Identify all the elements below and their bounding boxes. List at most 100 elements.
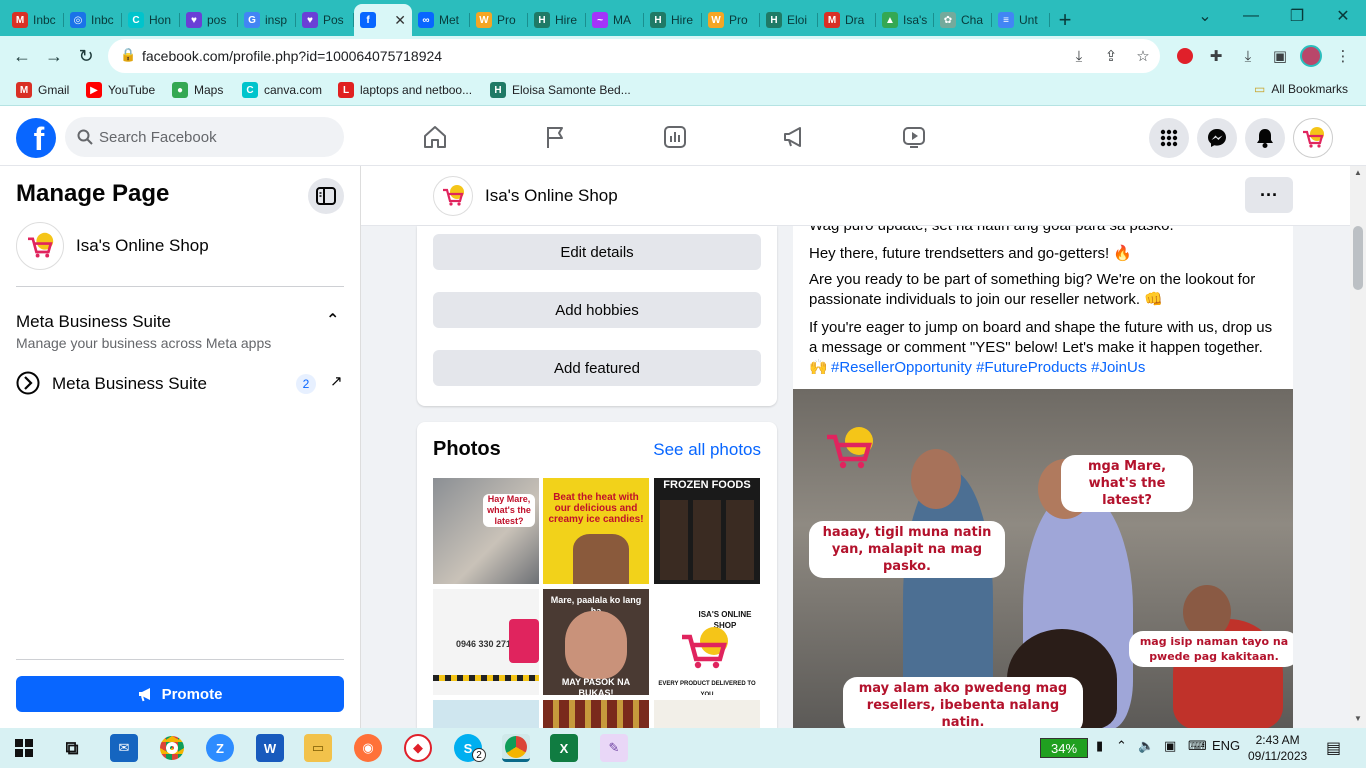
account-avatar[interactable] [1293, 118, 1333, 158]
tab-search-chevron-icon[interactable]: ⌄ [1182, 0, 1228, 32]
facebook-search-box[interactable] [65, 117, 344, 157]
ad-center-megaphone-icon[interactable] [777, 120, 811, 154]
browser-tab[interactable]: ♥ Pos [296, 4, 354, 36]
photo-thumbnail[interactable] [433, 700, 539, 728]
side-panel-icon[interactable]: ▣ [1269, 45, 1291, 67]
page-avatar-small[interactable] [433, 176, 473, 216]
forward-arrow-icon[interactable]: → [40, 42, 68, 70]
firefox-app-icon[interactable]: ◉ [354, 734, 382, 762]
zoom-app-icon[interactable]: Z [206, 734, 234, 762]
browser-tab[interactable]: C Hon [122, 4, 180, 36]
menu-grid-icon[interactable] [1149, 118, 1189, 158]
home-icon[interactable] [418, 120, 452, 154]
browser-tab[interactable]: W Pro [470, 4, 528, 36]
reload-icon[interactable]: ↻ [72, 42, 100, 70]
bookmark-item[interactable]: ● Maps [172, 82, 223, 98]
photo-thumbnail[interactable] [654, 700, 760, 728]
browser-tab[interactable]: H Eloi [760, 4, 818, 36]
opera-extension-icon[interactable] [1174, 45, 1196, 67]
photo-thumbnail[interactable]: Hay Mare, what's the latest? [433, 478, 539, 584]
install-app-icon[interactable]: ⤓ [1068, 45, 1090, 67]
see-all-photos-link[interactable]: See all photos [653, 440, 761, 460]
photo-thumbnail[interactable]: 0946 330 2713 [433, 589, 539, 695]
mbs-link[interactable]: Meta Business Suite [52, 374, 207, 394]
maximize-button[interactable]: ❐ [1274, 0, 1320, 32]
profile-avatar[interactable] [1300, 45, 1322, 67]
messenger-icon[interactable] [1197, 118, 1237, 158]
browser-tab[interactable]: f ✕ [354, 4, 412, 36]
photo-thumbnail[interactable]: FROZEN FOODS [654, 478, 760, 584]
bookmark-item[interactable]: ▶ YouTube [86, 82, 155, 98]
word-app-icon[interactable]: W [256, 734, 284, 762]
back-arrow-icon[interactable]: ← [8, 42, 36, 70]
browser-tab[interactable]: M Inbc [6, 4, 64, 36]
scrollbar-thumb[interactable] [1353, 226, 1363, 290]
show-hidden-icons-chevron[interactable]: ⌃ [1116, 738, 1127, 754]
task-view-icon[interactable]: ⧉ [58, 734, 86, 762]
browser-tab[interactable]: H Hire [528, 4, 586, 36]
promote-button[interactable]: Promote [16, 676, 344, 712]
browser-tab[interactable]: ✿ Cha [934, 4, 992, 36]
insights-icon[interactable] [658, 120, 692, 154]
url-text[interactable]: facebook.com/profile.php?id=100064075718… [142, 48, 442, 64]
windows-start-icon[interactable] [10, 734, 38, 762]
facebook-logo-icon[interactable]: f [16, 118, 56, 158]
close-window-button[interactable]: ✕ [1320, 0, 1366, 32]
photo-thumbnail[interactable]: Mare, paalala ko lang ha MAY PASOK NA BU… [543, 589, 649, 695]
add-featured-button[interactable]: Add featured [433, 350, 761, 386]
excel-app-icon[interactable]: X [550, 734, 578, 762]
collapse-sidebar-icon[interactable] [308, 178, 344, 214]
bookmark-item[interactable]: M Gmail [16, 82, 69, 98]
mail-app-icon[interactable]: ✉ [110, 734, 138, 762]
bookmark-item[interactable]: H Eloisa Samonte Bed... [490, 82, 631, 98]
opera-app-icon[interactable]: ◆ [404, 734, 432, 762]
notifications-bell-icon[interactable] [1245, 118, 1285, 158]
network-icon[interactable]: ⌨ [1188, 738, 1207, 754]
camera-icon[interactable]: ▣ [1164, 738, 1176, 754]
video-icon[interactable] [897, 120, 931, 154]
edit-details-button[interactable]: Edit details [433, 234, 761, 270]
post-image[interactable]: mga Mare, what's the latest? haaay, tigi… [793, 389, 1293, 728]
new-tab-button[interactable]: + [1050, 4, 1080, 36]
volume-icon[interactable]: 🔈 [1138, 738, 1154, 754]
browser-tab[interactable]: ◎ Inbc [64, 4, 122, 36]
chevron-up-icon[interactable]: ⌃ [326, 310, 339, 330]
file-explorer-icon[interactable]: ▭ [304, 734, 332, 762]
page-scrollbar[interactable]: ▲ ▼ [1350, 166, 1366, 728]
clock[interactable]: 2:43 AM 09/11/2023 [1248, 732, 1307, 764]
browser-tab[interactable]: ∞ Met [412, 4, 470, 36]
bookmark-item[interactable]: Llaptops and netboo... [338, 82, 472, 98]
post-hashtags[interactable]: #ResellerOpportunity #FutureProducts #Jo… [831, 358, 1293, 378]
chrome-active-taskbar-icon[interactable] [502, 734, 530, 762]
photo-thumbnail[interactable] [543, 700, 649, 728]
share-icon[interactable]: ⇪ [1100, 45, 1122, 67]
paint-app-icon[interactable]: ✎ [600, 734, 628, 762]
address-bar[interactable]: 🔒 facebook.com/profile.php?id=1000640757… [108, 39, 1160, 73]
close-tab-icon[interactable]: ✕ [394, 12, 406, 29]
browser-tab[interactable]: Ginsp [238, 4, 296, 36]
page-avatar[interactable] [16, 222, 64, 270]
extensions-puzzle-icon[interactable]: ✚ [1205, 45, 1227, 67]
browser-tab[interactable]: ♥ pos [180, 4, 238, 36]
scroll-up-arrow-icon[interactable]: ▲ [1354, 168, 1362, 177]
add-hobbies-button[interactable]: Add hobbies [433, 292, 761, 328]
browser-menu-icon[interactable]: ⋮ [1332, 45, 1354, 67]
bookmark-star-icon[interactable]: ☆ [1132, 45, 1154, 67]
external-link-arrow-icon[interactable]: ↗ [330, 372, 343, 390]
photo-thumbnail[interactable]: Beat the heat with our delicious and cre… [543, 478, 649, 584]
language-indicator[interactable]: ENG [1212, 738, 1240, 753]
all-bookmarks-item[interactable]: ▭ All Bookmarks [1254, 82, 1348, 96]
scroll-down-arrow-icon[interactable]: ▼ [1354, 714, 1362, 723]
browser-tab[interactable]: M Dra [818, 4, 876, 36]
more-options-button[interactable]: ··· [1245, 177, 1293, 213]
mic-icon[interactable]: ▮ [1096, 738, 1103, 754]
page-name-link[interactable]: Isa's Online Shop [76, 236, 209, 256]
notification-center-icon[interactable]: ▤ [1326, 738, 1341, 758]
page-title[interactable]: Isa's Online Shop [485, 186, 618, 206]
pages-flag-icon[interactable] [538, 120, 572, 154]
browser-tab[interactable]: H Hire [644, 4, 702, 36]
search-input[interactable] [99, 117, 329, 157]
downloads-icon[interactable]: ⤓ [1237, 45, 1259, 67]
bookmark-item[interactable]: Ccanva.com [242, 82, 322, 98]
chrome-taskbar-icon[interactable] [158, 734, 186, 762]
